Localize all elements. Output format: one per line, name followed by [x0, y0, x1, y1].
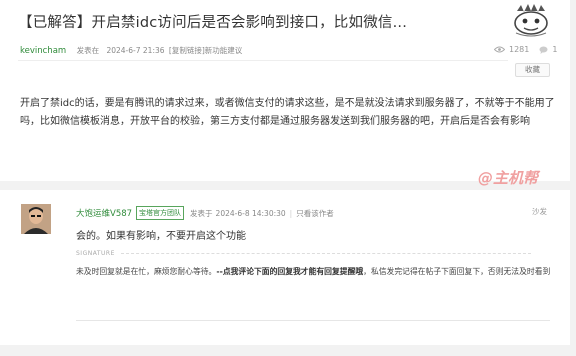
- signature-label-text: SIGNATURE: [76, 250, 115, 257]
- post-stats: 1281 1: [494, 45, 557, 54]
- avatar[interactable]: [21, 204, 51, 234]
- site-logo-icon[interactable]: [511, 3, 551, 37]
- reply-count: 1: [552, 45, 558, 54]
- signature-pre: 未及时回复就是在忙，麻烦您耐心等待。: [76, 267, 217, 276]
- signature-post: ，私信发完记得在帖子下面回复下，否则无法及时看到: [363, 267, 551, 276]
- only-author-link[interactable]: 只看该作者: [296, 208, 334, 219]
- team-badge: 宝塔官方团队: [136, 206, 185, 220]
- post-card: 【已解答】开启禁idc访问后是否会影响到接口，比如微信... kevincham…: [0, 0, 570, 181]
- comment-icon: [539, 46, 548, 54]
- post-title: 【已解答】开启禁idc访问后是否会影响到接口，比如微信...: [18, 15, 408, 31]
- meta-separator: |: [289, 208, 293, 218]
- watermark: @主机帮: [478, 169, 539, 187]
- reply-author-link[interactable]: 大饱运维V587: [76, 207, 132, 219]
- post-author-link[interactable]: kevincham: [20, 46, 66, 56]
- signature-divider: [120, 253, 531, 254]
- signature-label: SIGNATURE: [76, 250, 531, 257]
- reply-content: 会的。如果有影响，不要开启这个功能: [76, 231, 246, 242]
- post-date: 2024-6-7 21:36: [106, 46, 165, 55]
- reply-date: 2024-6-8 14:30:30: [215, 208, 286, 218]
- eye-icon: [494, 46, 505, 53]
- signature-bold: --点我评论下面的回复我才能有回复提醒哦: [216, 267, 364, 276]
- posted-label: 发表在: [76, 46, 100, 55]
- reply-posted-label: 发表于: [190, 208, 213, 218]
- view-count: 1281: [509, 45, 530, 54]
- reply-meta: 大饱运维V587 宝塔官方团队 发表于 2024-6-8 14:30:30 | …: [76, 206, 334, 220]
- reply-divider: [76, 320, 550, 321]
- meta-divider: [18, 60, 508, 61]
- post-category-link[interactable]: [复制链接]新功能建议: [169, 46, 242, 55]
- post-body: 开启了禁idc的话，要是有腾讯的请求过来，或者微信支付的请求这些，是不是就没法请…: [20, 98, 555, 127]
- reply-card: 大饱运维V587 宝塔官方团队 发表于 2024-6-8 14:30:30 | …: [0, 190, 570, 345]
- signature-text: 未及时回复就是在忙，麻烦您耐心等待。--点我评论下面的回复我才能有回复提醒哦，私…: [76, 264, 556, 279]
- favorite-button[interactable]: 收藏: [515, 63, 550, 77]
- floor-label[interactable]: 沙发: [532, 206, 547, 217]
- post-meta: kevincham 发表在 2024-6-7 21:36 [复制链接]新功能建议: [20, 45, 242, 56]
